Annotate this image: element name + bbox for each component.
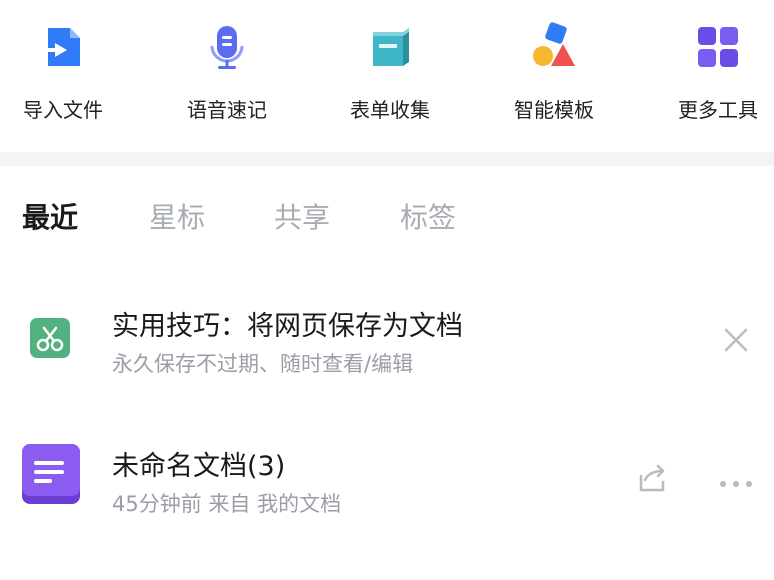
quick-action-form-collect[interactable]: 表单收集 [330,22,450,132]
quick-action-label: 智能模板 [514,98,594,122]
tab-shared[interactable]: 共享 [274,196,330,236]
share-icon[interactable] [636,464,668,498]
quick-action-label: 更多工具 [678,98,758,122]
section-divider [0,152,774,166]
tab-recent[interactable]: 最近 [22,196,78,236]
import-file-icon [38,22,88,72]
list-item-subtitle: 45分钟前 来自 我的文档 [112,492,342,516]
quick-actions-bar: 导入文件 语音速记 表单收集 智能模板 更多工具 [0,0,774,150]
quick-action-voice-memo[interactable]: 语音速记 [167,22,287,132]
quick-action-label: 导入文件 [23,98,103,122]
list-item-subtitle: 永久保存不过期、随时查看/编辑 [112,352,414,376]
list-item-title: 未命名文档(3) [112,451,286,482]
tab-starred[interactable]: 星标 [149,196,205,236]
list-item-title: 实用技巧：将网页保存为文档 [112,311,463,342]
quick-action-import-file[interactable]: 导入文件 [3,22,123,132]
document-icon [22,444,80,510]
tab-tags[interactable]: 标签 [400,196,456,236]
form-collect-icon [365,22,415,72]
list-item[interactable]: 未命名文档(3) 45分钟前 来自 我的文档 [0,430,774,540]
grid-tools-icon [693,22,743,72]
shapes-template-icon [529,22,579,72]
scissors-clip-icon [30,318,70,362]
tab-bar: 最近 星标 共享 标签 [0,196,774,246]
quick-action-more-tools[interactable]: 更多工具 [658,22,774,132]
more-icon[interactable] [718,474,754,493]
list-item[interactable]: 实用技巧：将网页保存为文档 永久保存不过期、随时查看/编辑 [0,290,774,400]
quick-action-smart-template[interactable]: 智能模板 [494,22,614,132]
quick-action-label: 语音速记 [187,98,267,122]
close-icon[interactable] [722,326,750,358]
microphone-icon [202,22,252,72]
quick-action-label: 表单收集 [350,98,430,122]
